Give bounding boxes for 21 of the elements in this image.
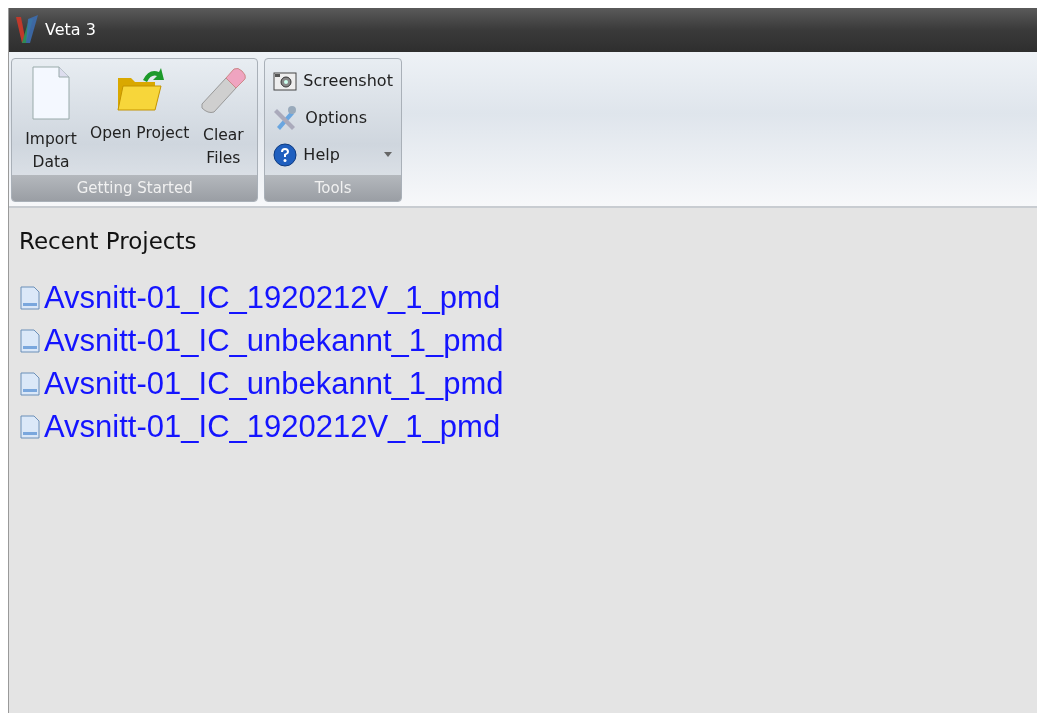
ribbon-button[interactable]: Screenshot [271,62,395,99]
group-label: Tools [265,175,401,201]
file-icon [19,372,41,396]
ribbon-button[interactable]: Help [271,136,395,173]
help-icon [273,142,298,167]
ribbon-button[interactable]: Import Data [18,62,84,175]
ribbon-button[interactable]: Options [271,99,395,136]
ribbon-button[interactable]: Open Project [88,62,192,175]
window-title: Veta 3 [45,19,96,41]
file-icon [19,286,41,310]
section-heading: Recent Projects [19,227,198,256]
eraser-icon [198,66,249,116]
file-icon [19,415,41,439]
caret-icon [383,152,392,157]
camera-icon [273,70,298,91]
group-label: Getting Started [12,175,258,201]
folder-icon [114,66,165,114]
file-icon [19,329,41,353]
ribbon-button[interactable]: Clear Files [195,62,252,175]
document-icon [31,66,71,120]
logo-icon [15,15,39,45]
